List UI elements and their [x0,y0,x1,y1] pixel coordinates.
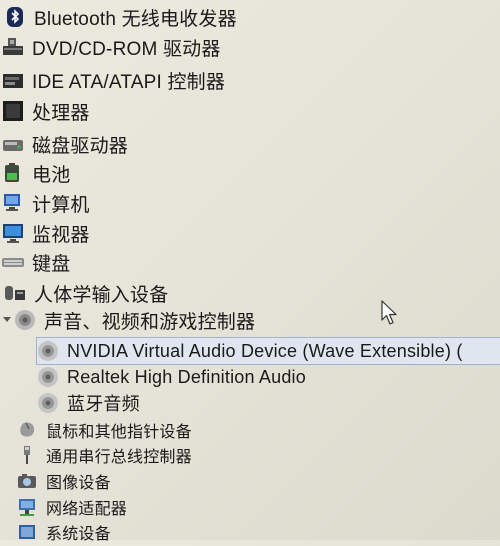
category-label: 图像设备 [46,475,111,492]
category-label: 计算机 [32,194,90,216]
category-label: 监视器 [32,224,90,246]
bluetooth-icon [4,6,26,28]
hid-icon [4,282,26,304]
device-realtek-hd-audio[interactable]: Realtek High Definition Audio [37,363,306,391]
network-adapter-icon [16,496,38,518]
monitor-icon [2,222,24,244]
audio-device-icon [37,366,59,388]
category-bluetooth[interactable]: Bluetooth 无线电收发器 [4,3,237,31]
category-label: 电池 [32,164,71,186]
device-label: 蓝牙音频 [67,394,140,414]
category-mouse[interactable]: 鼠标和其他指针设备 [16,416,192,444]
category-label: 声音、视频和游戏控制器 [44,311,256,333]
category-label: IDE ATA/ATAPI 控制器 [32,71,226,93]
category-label: 磁盘驱动器 [32,135,129,157]
category-label: 鼠标和其他指针设备 [46,424,192,441]
audio-device-icon [37,340,59,362]
device-nvidia-virtual-audio[interactable]: NVIDIA Virtual Audio Device (Wave Extens… [36,337,500,365]
category-system-devices[interactable]: 系统设备 [16,518,111,546]
category-label: 处理器 [32,102,90,124]
category-keyboard[interactable]: 键盘 [2,248,70,276]
category-label: DVD/CD-ROM 驱动器 [32,38,221,60]
audio-device-icon [37,392,59,414]
device-label: Realtek High Definition Audio [67,366,306,387]
category-disk-drives[interactable]: 磁盘驱动器 [2,130,128,158]
keyboard-icon [2,251,24,273]
collapse-arrow-icon[interactable] [2,314,12,324]
computer-icon [2,192,24,214]
category-dvd-cd-rom[interactable]: DVD/CD-ROM 驱动器 [2,33,221,61]
category-processor[interactable]: 处理器 [2,97,90,125]
category-sound-video-game[interactable]: 声音、视频和游戏控制器 [14,306,255,334]
category-label: 人体学输入设备 [34,284,169,306]
speaker-icon [14,309,36,331]
ide-controller-icon [2,69,24,91]
category-ide-controller[interactable]: IDE ATA/ATAPI 控制器 [2,66,225,94]
category-label: 网络适配器 [46,501,128,518]
device-label: NVIDIA Virtual Audio Device (Wave Extens… [67,340,463,361]
category-hid[interactable]: 人体学输入设备 [4,279,168,307]
disk-drive-icon [2,133,24,155]
category-usb-controllers[interactable]: 通用串行总线控制器 [16,441,192,469]
mouse-icon [16,419,38,441]
processor-icon [2,100,24,122]
mouse-pointer-icon [381,300,397,325]
category-label: 系统设备 [46,526,111,543]
category-battery[interactable]: 电池 [2,159,70,187]
category-network-adapters[interactable]: 网络适配器 [16,493,127,521]
category-label: Bluetooth 无线电收发器 [34,8,237,30]
category-label: 键盘 [32,253,71,275]
device-manager-tree: Bluetooth 无线电收发器 DVD/CD-ROM 驱动器 IDE ATA/… [0,0,500,543]
category-monitor[interactable]: 监视器 [2,219,90,247]
device-bluetooth-audio[interactable]: 蓝牙音频 [37,389,140,417]
category-label: 通用串行总线控制器 [46,449,192,466]
usb-icon [16,444,38,466]
battery-icon [2,162,24,184]
optical-drive-icon [2,36,24,58]
category-computer[interactable]: 计算机 [2,189,90,217]
category-imaging-devices[interactable]: 图像设备 [16,467,111,495]
camera-icon [16,470,38,492]
